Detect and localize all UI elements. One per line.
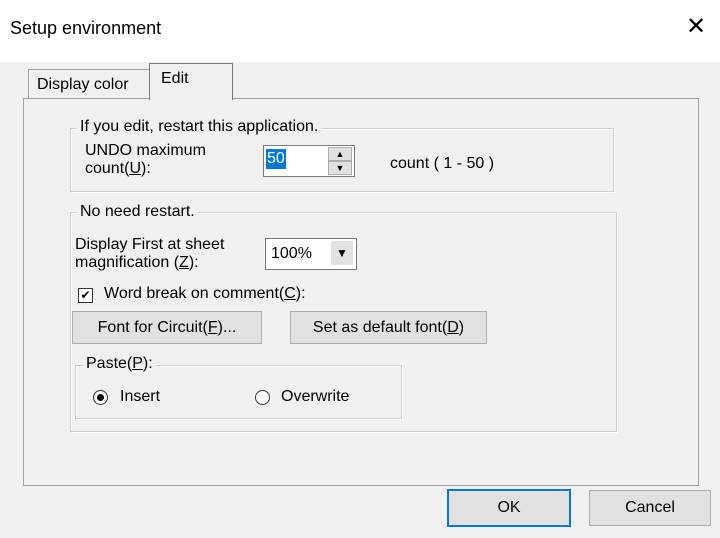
- magnification-label-mnemonic: Z: [179, 254, 189, 271]
- tab-display-color[interactable]: Display color: [28, 69, 150, 98]
- paste-legend-suffix: ):: [142, 355, 153, 372]
- undo-label-suffix: ):: [141, 160, 151, 177]
- word-break-suffix: ):: [295, 285, 306, 302]
- tab-edit[interactable]: Edit: [149, 63, 233, 100]
- checkmark-icon: ✔: [80, 288, 91, 302]
- paste-legend: Paste(P):: [83, 355, 156, 373]
- default-font-prefix: Set as default font(: [312, 319, 448, 336]
- undo-label-mnemonic: U: [129, 160, 142, 177]
- group-no-restart-legend: No need restart.: [77, 203, 198, 221]
- undo-label-line2: count(U):: [85, 160, 206, 178]
- magnification-select[interactable]: 100% ▼: [265, 238, 357, 270]
- window-title: Setup environment: [10, 18, 162, 38]
- radio-selected-dot: [97, 394, 104, 401]
- chevron-down-icon[interactable]: ▼: [331, 241, 353, 265]
- magnification-label-suffix: ):: [188, 254, 199, 271]
- paste-overwrite-radio[interactable]: [255, 390, 270, 405]
- font-for-circuit-button[interactable]: Font for Circuit(F)...: [72, 311, 262, 344]
- word-break-label: Word break on comment(C):: [104, 285, 306, 303]
- font-btn-prefix: Font for Circuit(: [97, 319, 208, 336]
- ok-button[interactable]: OK: [447, 489, 571, 527]
- undo-label-line1: UNDO maximum: [85, 142, 206, 159]
- default-font-suffix: ): [458, 319, 465, 336]
- paste-legend-prefix: Paste(: [86, 355, 133, 372]
- paste-insert-label: Insert: [120, 388, 161, 405]
- undo-label-prefix: count(: [85, 160, 130, 177]
- magnification-label-line2: magnification (Z):: [75, 254, 224, 272]
- paste-overwrite-label: Overwrite: [281, 388, 350, 405]
- close-icon[interactable]: ✕: [681, 12, 711, 42]
- tab-label: Display color: [37, 76, 129, 93]
- magnification-label-prefix: magnification (: [75, 254, 180, 271]
- undo-max-spinner[interactable]: 50 ▲ ▼: [263, 145, 355, 177]
- word-break-checkbox[interactable]: ✔: [78, 288, 93, 303]
- group-restart-legend: If you edit, restart this application.: [77, 118, 322, 136]
- tab-label: Edit: [161, 70, 189, 87]
- font-btn-suffix: )...: [217, 319, 237, 336]
- spin-up-icon[interactable]: ▲: [328, 147, 352, 161]
- font-btn-mnemonic: F: [207, 319, 218, 336]
- undo-max-label: UNDO maximum count(U):: [85, 142, 206, 178]
- undo-range-label: count ( 1 - 50 ): [390, 155, 495, 172]
- paste-legend-mnemonic: P: [132, 355, 143, 372]
- magnification-value: 100%: [271, 245, 312, 262]
- paste-insert-radio[interactable]: [93, 390, 108, 405]
- magnification-label-line1: Display First at sheet: [75, 236, 225, 253]
- word-break-prefix: Word break on comment(: [104, 285, 285, 302]
- magnification-label: Display First at sheet magnification (Z)…: [75, 236, 224, 272]
- set-default-font-button[interactable]: Set as default font(D): [290, 311, 487, 344]
- undo-max-input[interactable]: 50: [266, 149, 286, 169]
- default-font-mnemonic: D: [447, 319, 459, 336]
- cancel-button[interactable]: Cancel: [589, 490, 711, 526]
- spin-down-icon[interactable]: ▼: [328, 161, 352, 175]
- word-break-mnemonic: C: [284, 285, 296, 302]
